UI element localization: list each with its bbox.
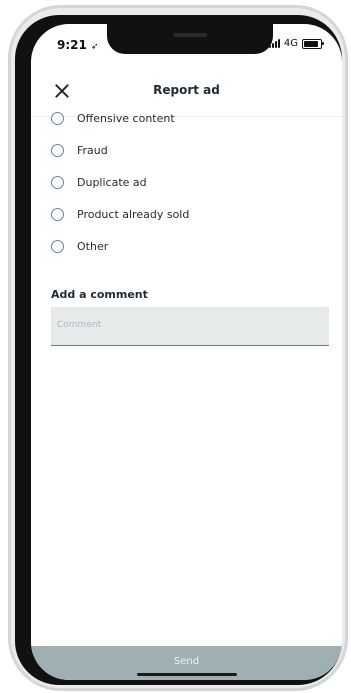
send-button[interactable]: Send [31,646,342,680]
option-label: Other [77,239,109,253]
signal-icon [268,39,280,48]
option-offensive-content[interactable]: Offensive content [51,102,189,134]
app-screen: 9:21 ➶ 4G Report ad Offensive content Fr… [31,24,342,680]
option-duplicate-ad[interactable]: Duplicate ad [51,166,189,198]
radio-button[interactable] [51,175,64,189]
speaker-grille [173,33,207,37]
radio-button[interactable] [51,207,64,221]
battery-icon [302,38,324,49]
location-arrow-icon: ➶ [91,42,99,52]
network-label: 4G [283,38,298,49]
comment-heading: Add a comment [51,288,148,301]
option-label: Offensive content [77,111,175,125]
status-time-text: 9:21 [57,38,87,52]
option-label: Duplicate ad [77,175,147,189]
option-other[interactable]: Other [51,230,189,262]
radio-button[interactable] [51,239,64,253]
status-indicators: 4G [268,38,324,49]
option-product-already-sold[interactable]: Product already sold [51,198,189,230]
radio-button[interactable] [51,143,64,157]
option-fraud[interactable]: Fraud [51,134,189,166]
send-label: Send [173,656,200,667]
radio-button[interactable] [51,111,64,125]
option-label: Fraud [77,143,108,157]
notch [107,24,273,54]
home-indicator [137,673,237,676]
comment-field[interactable] [51,307,329,346]
comment-input[interactable] [55,319,325,331]
status-time: 9:21 ➶ [57,38,99,52]
page-title: Report ad [153,83,220,97]
option-label: Product already sold [77,207,190,221]
report-reason-list: Offensive content Fraud Duplicate ad Pro… [51,102,189,262]
